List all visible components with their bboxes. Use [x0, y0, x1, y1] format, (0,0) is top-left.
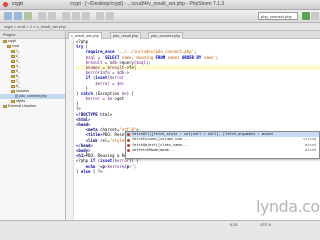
- folder-icon: [11, 69, 15, 73]
- folder-icon: [11, 54, 15, 58]
- paste-icon[interactable]: [82, 12, 90, 20]
- lynda-watermark: lynda.com: [256, 197, 320, 216]
- tree-item-label: 4_: [16, 64, 20, 68]
- file-encoding[interactable]: UTF-8: [260, 223, 271, 227]
- tree-item-label: 5_: [16, 69, 20, 73]
- help-icon[interactable]: [311, 12, 319, 20]
- method-icon: [127, 138, 130, 142]
- cut-icon[interactable]: [62, 12, 70, 20]
- tree-item-label: 6_: [16, 74, 20, 78]
- autocomplete-return-type: mixed: [305, 148, 316, 153]
- undo-icon[interactable]: [38, 12, 46, 20]
- tab-pdo-connect[interactable]: pdo_connect.php: [148, 32, 184, 39]
- method-icon: [127, 133, 130, 137]
- folder-icon: [7, 44, 11, 48]
- folder-icon: [11, 84, 15, 88]
- tree-item[interactable]: External Libraries: [0, 104, 65, 109]
- folder-icon: [11, 74, 15, 78]
- autocomplete-signature: setFetchMode(mode...: [132, 148, 176, 153]
- open-folder-icon[interactable]: [4, 12, 12, 20]
- replace-icon[interactable]: [106, 12, 114, 20]
- folder-icon: [3, 104, 7, 108]
- autocomplete-option[interactable]: setFetchMode(mode... mixed: [126, 148, 319, 153]
- editor-tabs: v_result_set.php pdo_result.php pdo_conn…: [66, 31, 320, 39]
- autocomplete-signature: fetchColumn([column_num...: [132, 137, 189, 142]
- ide-window: crypt crypt - [~/Desktop/crypt] - ...\cr…: [0, 0, 320, 240]
- project-panel: Project crypt crud 1_ 2_ 3_ 4_ 5_ 6_ 7_ 8_ include…: [0, 31, 66, 220]
- window-path: crypt - [~/Desktop/crypt] - ...\crud/4/v…: [70, 1, 225, 7]
- run-icon[interactable]: [302, 12, 310, 20]
- folder-icon: [11, 64, 15, 68]
- autocomplete-popup: fetchAll([fetch_style : int|null = null]…: [125, 131, 320, 159]
- tree-item-label: includes: [16, 89, 30, 93]
- code-line[interactable]: } else { ?>: [76, 169, 320, 174]
- status-bar: 6:25 UTF-8: [0, 220, 320, 240]
- folder-icon: [3, 39, 7, 43]
- autocomplete-signature: fetchAll([fetch_style : int|null = null]…: [132, 132, 273, 136]
- run-config-select[interactable]: php_connect.php: [258, 12, 298, 20]
- save-icon[interactable]: [14, 12, 22, 20]
- tree-item-label: External Libraries: [8, 104, 36, 108]
- sync-icon[interactable]: [24, 12, 32, 20]
- autocomplete-signature: fetchObject([class_name...: [132, 142, 189, 147]
- tree-item-label: 2_: [16, 54, 20, 58]
- title-bar: crypt crypt - [~/Desktop/crypt] - ...\cr…: [0, 0, 320, 10]
- toolbar: php_connect.php: [0, 10, 320, 23]
- tree-item-label: 7_: [16, 79, 20, 83]
- editor-area: v_result_set.php pdo_result.php pdo_conn…: [66, 31, 320, 220]
- tree-item-label: crud: [12, 44, 19, 48]
- find-icon[interactable]: [96, 12, 104, 20]
- close-window-icon[interactable]: [3, 2, 8, 7]
- breadcrumb[interactable]: crypt > crud > 4 > v_result_set.php: [0, 23, 320, 31]
- folder-icon: [11, 99, 15, 103]
- method-icon: [127, 149, 130, 153]
- tree-item-label: crypt: [8, 39, 16, 43]
- folder-icon: [11, 59, 15, 63]
- tree-item-label: 8_: [16, 84, 20, 88]
- tree-item-label: styles: [16, 99, 26, 103]
- tree-item-label: 3_: [16, 59, 20, 63]
- app-title: crypt: [12, 1, 23, 7]
- folder-icon: [11, 89, 15, 93]
- php-file-icon: [15, 94, 18, 99]
- cursor-position[interactable]: 6:25: [230, 223, 237, 227]
- copy-icon[interactable]: [72, 12, 80, 20]
- tab-pdo-result[interactable]: pdo_result.php: [110, 32, 142, 39]
- project-tree: crypt crud 1_ 2_ 3_ 4_ 5_ 6_ 7_ 8_ includes pdo_con…: [0, 39, 65, 109]
- folder-icon: [11, 49, 15, 53]
- folder-icon: [11, 79, 15, 83]
- line-gutter[interactable]: [66, 39, 74, 220]
- method-icon: [127, 143, 130, 147]
- redo-icon[interactable]: [48, 12, 56, 20]
- tab-v-result-set[interactable]: v_result_set.php: [68, 32, 102, 39]
- tree-item-label: pdo_connect.php: [19, 94, 47, 98]
- tree-item-label: 1_: [16, 49, 20, 53]
- project-panel-header[interactable]: Project: [0, 31, 65, 39]
